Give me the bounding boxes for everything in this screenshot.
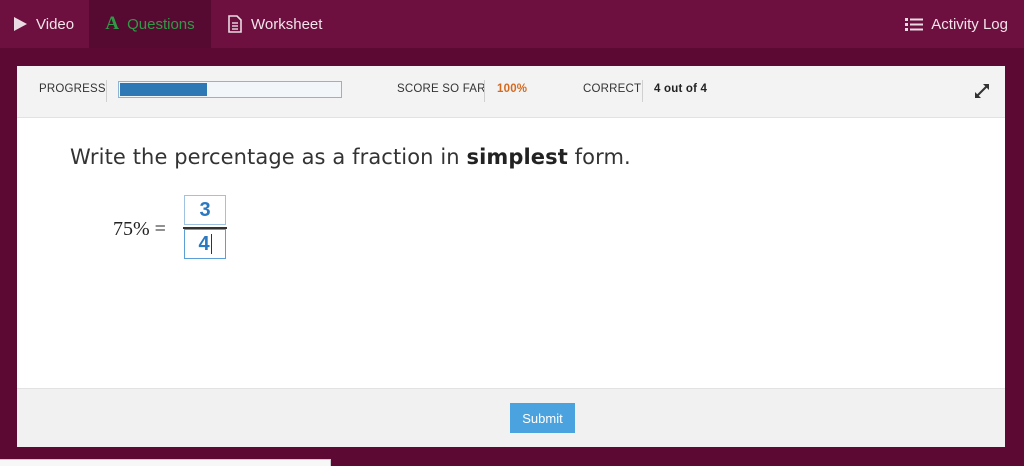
progress-label: PROGRESS: [39, 83, 106, 95]
expand-icon[interactable]: [973, 82, 991, 100]
a-letter-icon: A: [105, 13, 120, 34]
question-prefix: Write the percentage as a fraction in: [70, 145, 467, 169]
play-icon: [12, 16, 28, 32]
nav-tab-questions[interactable]: A Questions: [89, 0, 211, 48]
nav-tab-label: Video: [36, 15, 75, 33]
nav-tab-label: Questions: [127, 15, 195, 33]
question-text: Write the percentage as a fraction in si…: [70, 145, 631, 169]
divider: [484, 80, 485, 102]
score-label: SCORE SO FAR: [397, 83, 486, 95]
activity-log-label: Activity Log: [931, 15, 1008, 33]
text-cursor: [210, 234, 212, 254]
panel-footer: Submit: [17, 388, 1005, 447]
progress-bar: [118, 81, 342, 98]
equation-lhs: 75% =: [113, 218, 166, 240]
status-bar: PROGRESS SCORE SO FAR 100% CORRECT 4 out…: [17, 66, 1005, 118]
question-panel: PROGRESS SCORE SO FAR 100% CORRECT 4 out…: [17, 66, 1005, 447]
numerator-value: 3: [199, 198, 211, 221]
divider: [642, 80, 643, 102]
correct-value: 4 out of 4: [654, 83, 708, 95]
top-nav: Video A Questions Worksheet Activity Log: [0, 0, 1024, 48]
numerator-input[interactable]: 3: [184, 195, 226, 225]
nav-tab-worksheet[interactable]: Worksheet: [227, 0, 322, 48]
nav-tab-video[interactable]: Video: [12, 0, 74, 48]
progress-bar-fill: [120, 83, 207, 96]
denominator-value: 4: [198, 232, 210, 255]
nav-tab-label: Worksheet: [251, 15, 323, 33]
activity-log-button[interactable]: Activity Log: [905, 0, 1008, 48]
list-icon: [905, 17, 924, 32]
correct-label: CORRECT: [583, 83, 642, 95]
score-value: 100%: [497, 83, 528, 95]
submit-button[interactable]: Submit: [510, 403, 575, 433]
denominator-input[interactable]: 4: [184, 229, 226, 259]
question-suffix: form.: [567, 145, 631, 169]
document-icon: [227, 15, 243, 33]
question-emphasis: simplest: [466, 145, 568, 169]
divider: [106, 80, 107, 102]
